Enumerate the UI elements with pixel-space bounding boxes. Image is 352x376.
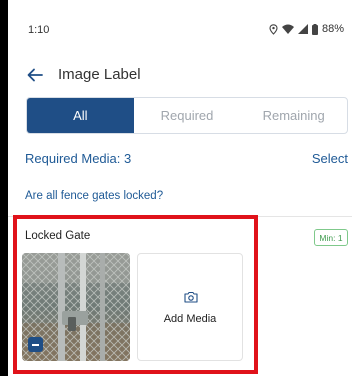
- status-icons: 88%: [269, 23, 344, 35]
- status-time: 1:10: [28, 24, 50, 36]
- app-bar: Image Label: [8, 60, 352, 90]
- tab-required[interactable]: Required: [134, 98, 241, 133]
- tab-remaining[interactable]: Remaining: [240, 98, 347, 133]
- required-media-count: Required Media: 3: [25, 151, 132, 166]
- filter-tabs: All Required Remaining: [26, 97, 348, 134]
- page-title: Image Label: [58, 66, 141, 83]
- battery-percent: 88%: [321, 23, 344, 35]
- select-link[interactable]: Select: [312, 151, 348, 166]
- highlight-box: [13, 215, 258, 374]
- battery-icon: [311, 23, 318, 35]
- min-badge: Min: 1: [314, 229, 348, 246]
- wifi-icon: [281, 24, 294, 34]
- signal-icon: [297, 24, 308, 34]
- location-icon: [269, 23, 278, 35]
- app-screen: 1:10 88% Image Label All Required Remain…: [8, 0, 352, 376]
- arrow-left-icon[interactable]: [24, 64, 46, 86]
- status-bar: 1:10 88%: [8, 0, 352, 60]
- question-text: Are all fence gates locked?: [25, 190, 164, 202]
- tab-all[interactable]: All: [27, 98, 134, 133]
